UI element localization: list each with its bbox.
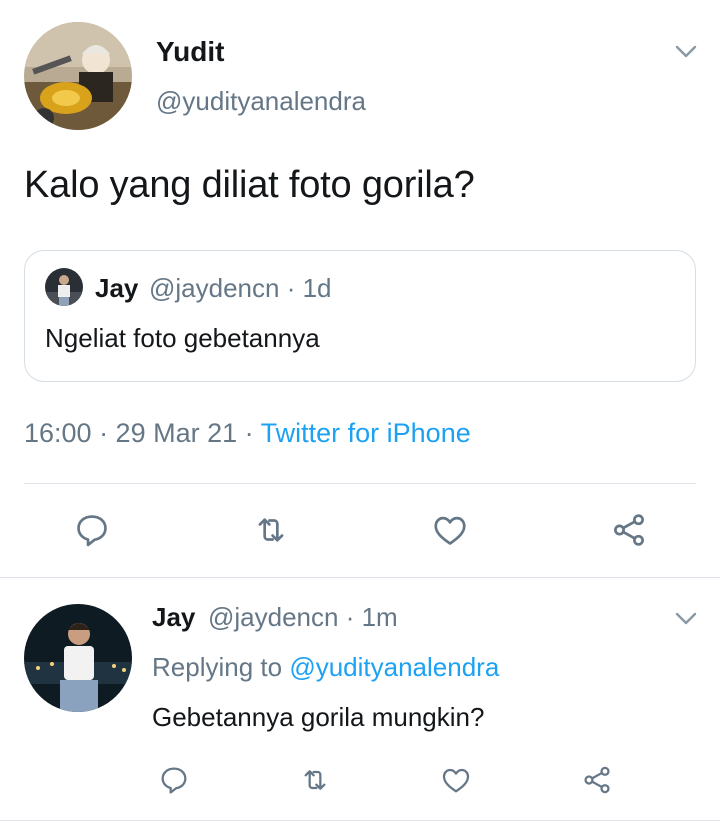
- share-icon: [584, 766, 610, 794]
- like-icon: [434, 516, 466, 545]
- retweet-button[interactable]: [251, 510, 291, 550]
- quoted-tweet-text: Ngeliat foto gebetannya: [45, 323, 320, 353]
- replying-to-handle[interactable]: @yudityanalendra: [289, 652, 499, 682]
- quoted-author-name: Jay: [95, 273, 139, 303]
- reply-icon: [77, 515, 107, 547]
- replying-to-label: Replying to: [152, 652, 290, 682]
- replying-to: Replying to @yudityanalendra: [152, 652, 499, 683]
- reply-button[interactable]: [154, 760, 194, 800]
- tweet-text: Gebetannya gorila mungkin?: [152, 702, 485, 732]
- quoted-handle-time: @jaydencn · 1d: [149, 273, 332, 303]
- divider: [0, 577, 720, 578]
- reply-icon: [161, 767, 187, 794]
- avatar[interactable]: [24, 22, 132, 130]
- avatar[interactable]: [24, 604, 132, 712]
- author-name[interactable]: Jay: [152, 602, 195, 633]
- tweet-text: Kalo yang diliat foto gorila?: [24, 164, 475, 206]
- tweet-timestamp: 16:00 · 29 Mar 21 ·: [24, 418, 261, 448]
- reply-button[interactable]: [72, 510, 112, 550]
- share-button[interactable]: [609, 510, 649, 550]
- retweet-button[interactable]: [295, 760, 335, 800]
- like-icon: [442, 768, 470, 793]
- share-button[interactable]: [577, 760, 617, 800]
- retweet-icon: [258, 518, 284, 542]
- like-button[interactable]: [430, 510, 470, 550]
- chevron-down-icon[interactable]: [673, 38, 699, 64]
- author-handle[interactable]: @yudityanalendra: [156, 86, 366, 117]
- avatar: [45, 268, 83, 306]
- divider: [24, 483, 696, 484]
- author-name[interactable]: Yudit: [156, 36, 224, 68]
- divider: [0, 820, 720, 821]
- tweet-source-link[interactable]: Twitter for iPhone: [261, 418, 471, 448]
- quoted-tweet[interactable]: Jay @jaydencn · 1d Ngeliat foto gebetann…: [24, 250, 696, 382]
- share-icon: [614, 514, 644, 546]
- like-button[interactable]: [436, 760, 476, 800]
- retweet-icon: [304, 770, 326, 790]
- author-handle-time[interactable]: @jaydencn · 1m: [208, 602, 398, 633]
- tweet-meta: 16:00 · 29 Mar 21 · Twitter for iPhone: [24, 418, 471, 449]
- chevron-down-icon[interactable]: [673, 605, 699, 631]
